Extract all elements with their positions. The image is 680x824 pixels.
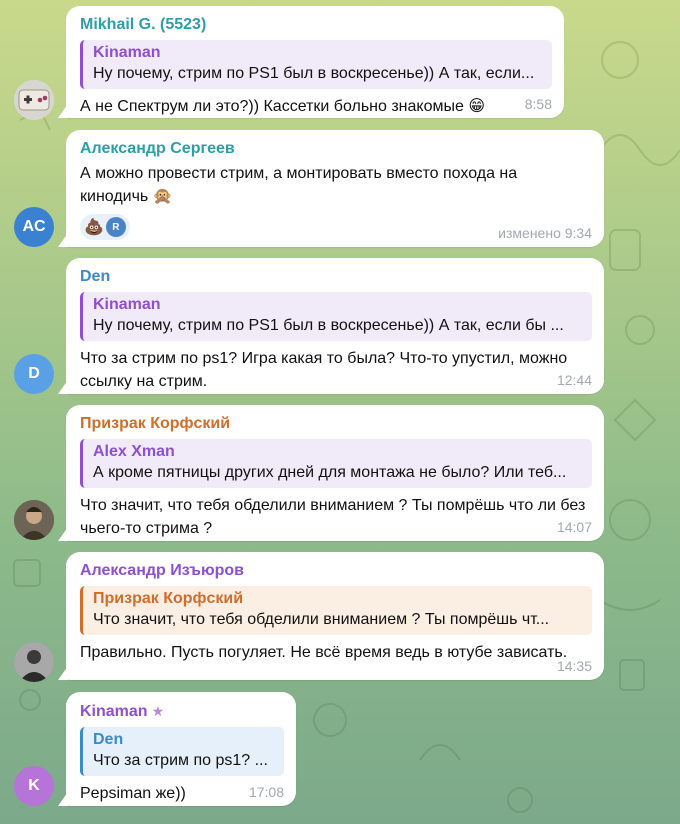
- message-bubble[interactable]: Александр Сергеев А можно провести стрим…: [66, 130, 604, 247]
- reply-author: Alex Xman: [93, 443, 175, 460]
- reply-preview[interactable]: Призрак Корфский Что значит, что тебя об…: [80, 586, 592, 635]
- avatar-ac[interactable]: AC: [14, 207, 54, 247]
- reactor-avatar: R: [105, 217, 126, 237]
- message-text: Что за стрим по ps1? Игра какая то была?…: [80, 350, 568, 390]
- avatar-korfsky[interactable]: [14, 500, 54, 540]
- reply-text: Ну почему, стрим по PS1 был в воскресень…: [93, 65, 535, 82]
- person-photo-avatar-icon: [14, 642, 54, 682]
- gamepad-avatar-icon: [14, 80, 54, 120]
- reply-preview[interactable]: Alex Xman А кроме пятницы других дней дл…: [80, 439, 592, 488]
- author-name: Kinaman: [80, 703, 148, 720]
- message-time: 8:58: [524, 96, 552, 112]
- author-name-row[interactable]: Kinaman ★: [80, 700, 284, 723]
- message-text: А не Спектрум ли это?)) Кассетки больно …: [80, 98, 486, 115]
- reply-author: Kinaman: [93, 296, 161, 313]
- author-name[interactable]: Mikhail G. (5523): [80, 14, 552, 36]
- reaction-chip[interactable]: 💩 R: [80, 214, 130, 240]
- reply-text: Что за стрим по ps1? ...: [93, 752, 268, 769]
- message-text: Правильно. Пусть погуляет. Не всё время …: [80, 644, 568, 661]
- avatar-izyurov[interactable]: [14, 642, 54, 682]
- message-time: 14:07: [556, 519, 592, 535]
- message-bubble[interactable]: Александр Изъюров Призрак Корфский Что з…: [66, 552, 604, 680]
- message-time: изменено 9:34: [498, 225, 592, 241]
- message-time: 17:08: [248, 784, 284, 800]
- reply-text: А кроме пятницы других дней для монтажа …: [93, 464, 567, 481]
- reply-preview[interactable]: Kinaman Ну почему, стрим по PS1 был в во…: [80, 292, 592, 341]
- reply-author: Призрак Корфский: [93, 590, 244, 607]
- avatar-k[interactable]: K: [14, 766, 54, 806]
- avatar-d[interactable]: D: [14, 354, 54, 394]
- reply-preview[interactable]: Kinaman Ну почему, стрим по PS1 был в во…: [80, 40, 552, 89]
- author-name[interactable]: Александр Сергеев: [80, 138, 592, 160]
- reply-preview[interactable]: Den Что за стрим по ps1? ...: [80, 727, 284, 776]
- poop-emoji-icon: 💩: [84, 219, 104, 236]
- reply-author: Kinaman: [93, 44, 161, 61]
- author-name[interactable]: Призрак Корфский: [80, 413, 592, 435]
- author-name[interactable]: Александр Изъюров: [80, 560, 592, 582]
- reply-text: Что значит, что тебя обделили вниманием …: [93, 611, 550, 628]
- premium-star-icon: ★: [151, 703, 165, 719]
- reply-text: Ну почему, стрим по PS1 был в воскресень…: [93, 317, 564, 334]
- message-bubble[interactable]: Mikhail G. (5523) Kinaman Ну почему, стр…: [66, 6, 564, 118]
- author-name[interactable]: Den: [80, 266, 592, 288]
- message-time: 12:44: [556, 372, 592, 388]
- message-bubble[interactable]: Den Kinaman Ну почему, стрим по PS1 был …: [66, 258, 604, 394]
- person-photo-avatar-icon: [14, 500, 54, 540]
- avatar-mikhail[interactable]: [14, 80, 54, 120]
- message-bubble[interactable]: Kinaman ★ Den Что за стрим по ps1? ... Pe…: [66, 692, 296, 806]
- message-time: 14:35: [556, 658, 592, 674]
- message-text: Что значит, что тебя обделили вниманием …: [80, 497, 586, 537]
- message-bubble[interactable]: Призрак Корфский Alex Xman А кроме пятни…: [66, 405, 604, 541]
- reply-author: Den: [93, 731, 124, 748]
- message-text: А можно провести стрим, а монтировать вм…: [80, 165, 518, 205]
